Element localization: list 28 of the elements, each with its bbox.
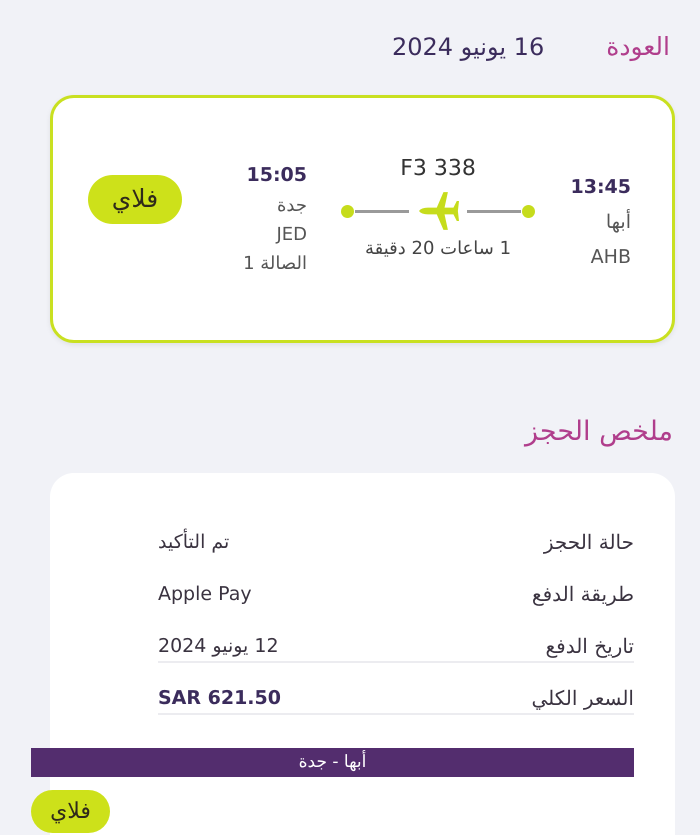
route-line <box>467 210 521 212</box>
route-dot-icon <box>522 204 535 218</box>
summary-label: طريقة الدفع <box>532 580 634 608</box>
departure-city: أبها <box>606 208 631 235</box>
summary-value: تم التأكيد <box>158 528 230 555</box>
summary-label: السعر الكلي <box>531 684 634 712</box>
summary-label: حالة الحجز <box>544 528 634 556</box>
departure-code: AHB <box>590 245 631 270</box>
route-line <box>355 210 409 212</box>
arrival-time: 15:05 <box>246 163 307 188</box>
flight-duration: 1 ساعات 20 دقيقة <box>364 237 512 261</box>
arrival-city: جدة <box>276 194 307 218</box>
summary-value: 12 يونيو 2024 <box>158 634 279 659</box>
route-dot-icon <box>341 204 354 218</box>
summary-value: SAR 621.50 <box>158 686 281 710</box>
route-bar: أبها - جدة <box>31 748 634 777</box>
airline-badge: فلاي <box>31 790 110 833</box>
plane-icon <box>419 192 459 230</box>
arrival-terminal: الصالة 1 <box>243 252 307 276</box>
section-title: ملخص الحجز <box>525 416 673 447</box>
summary-label: تاريخ الدفع <box>545 632 634 660</box>
airline-badge: فلاي <box>88 174 182 224</box>
return-label: العودة <box>606 31 670 64</box>
return-date: 16 يونيو 2024 <box>392 32 544 63</box>
summary-value: Apple Pay <box>158 582 252 606</box>
departure-time: 13:45 <box>570 175 631 200</box>
flight-number: F3 338 <box>400 155 476 183</box>
arrival-code: JED <box>276 223 307 247</box>
